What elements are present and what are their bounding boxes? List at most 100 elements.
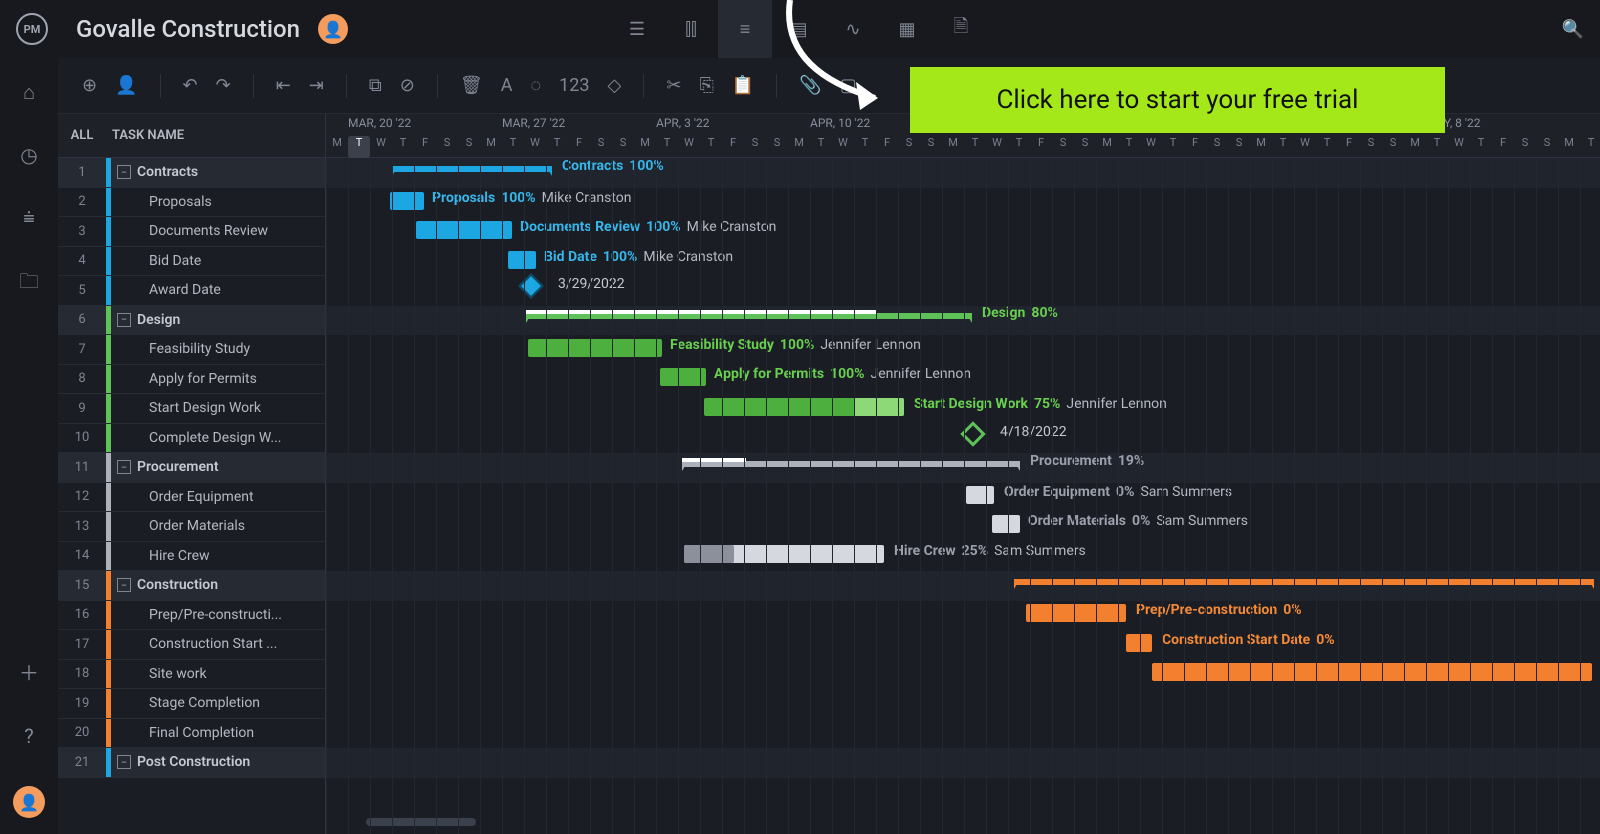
recent-icon[interactable]: ◷ [20,143,37,167]
expand-icon[interactable]: − [117,313,131,327]
task-row-18[interactable]: 18Site work [58,660,325,690]
task-row-20[interactable]: 20Final Completion [58,719,325,749]
board-view-icon[interactable]: ⫿⫿ [664,0,718,58]
indent-icon[interactable]: ⇥ [309,75,324,96]
bar-order-materials[interactable] [992,515,1020,533]
task-row-1[interactable]: 1−Contracts [58,158,325,188]
bar-label: Proposals [432,190,495,206]
bar-pct: 100% [830,366,864,382]
bar-sitework[interactable] [1152,663,1592,681]
task-row-13[interactable]: 13Order Materials [58,512,325,542]
bar-label: Order Equipment [1004,484,1110,500]
day-cell: W [1294,136,1316,158]
outdent-icon[interactable]: ⇤ [276,75,291,96]
task-row-5[interactable]: 5Award Date [58,276,325,306]
briefcase-icon[interactable]: 🗀 [19,267,39,301]
task-row-11[interactable]: 11−Procurement [58,453,325,483]
task-row-2[interactable]: 2Proposals [58,188,325,218]
task-row-8[interactable]: 8Apply for Permits [58,365,325,395]
bar-documents-review[interactable] [416,221,512,239]
file-view-icon[interactable]: 🗎 [934,0,988,58]
bar-assignee: Jennifer Lennon [820,337,921,353]
task-row-4[interactable]: 4Bid Date [58,247,325,277]
paste-icon[interactable]: 📋 [732,75,754,96]
day-cell: S [744,136,766,158]
home-icon[interactable]: ⌂ [23,80,35,105]
day-cell: T [1008,136,1030,158]
task-row-9[interactable]: 9Start Design Work [58,394,325,424]
add-task-icon[interactable]: ⊕ [82,75,97,96]
day-cell: S [590,136,612,158]
task-row-3[interactable]: 3Documents Review [58,217,325,247]
day-cell: T [392,136,414,158]
link-icon[interactable]: ⧉ [369,75,382,96]
team-icon[interactable]: ⩧ [23,205,35,229]
bar-contracts[interactable] [392,166,552,172]
bar-feasibility[interactable] [528,339,662,357]
bar-label: Contracts [562,158,623,174]
assign-icon[interactable]: 👤 [115,75,137,96]
list-view-icon[interactable]: ☰ [610,0,664,58]
week-label: MAR, 20 '22 [348,116,411,130]
bar-label: Apply for Permits [714,366,824,382]
add-icon[interactable]: ＋ [19,657,39,686]
expand-icon[interactable]: − [117,165,131,179]
undo-icon[interactable]: ↶ [183,75,198,96]
task-list-header: ALL TASK NAME [58,114,325,158]
bar-order-equipment[interactable] [966,486,994,504]
task-row-16[interactable]: 16Prep/Pre-constructi... [58,601,325,631]
day-cell: M [326,136,348,158]
task-row-14[interactable]: 14Hire Crew [58,542,325,572]
day-cell: S [1052,136,1074,158]
col-all[interactable]: ALL [58,128,106,143]
week-label: MAR, 27 '22 [502,116,565,130]
expand-icon[interactable]: − [117,755,131,769]
day-cell: M [942,136,964,158]
cut-icon[interactable]: ✂ [666,75,681,96]
redo-icon[interactable]: ↷ [216,75,231,96]
cta-banner[interactable]: Click here to start your free trial [910,67,1445,133]
app-logo[interactable]: PM [16,13,48,45]
copy-icon[interactable]: ⎘ [699,75,713,96]
task-row-17[interactable]: 17Construction Start ... [58,630,325,660]
day-cell: F [414,136,436,158]
bar-proposals[interactable] [390,192,424,210]
user-avatar-rail[interactable] [13,786,45,818]
bar-bid-date[interactable] [508,251,536,269]
bar-pct: 100% [646,219,680,235]
search-icon[interactable]: 🔍 [1562,19,1584,40]
day-cell: W [370,136,392,158]
day-cell: S [1074,136,1096,158]
expand-icon[interactable]: − [117,578,131,592]
day-cell: F [722,136,744,158]
user-avatar[interactable] [318,14,348,44]
help-icon[interactable]: ? [24,724,33,748]
day-cell: T [1580,136,1600,158]
bar-pct: 0% [1132,513,1150,529]
milestone-icon[interactable]: ◇ [608,75,622,96]
task-row-19[interactable]: 19Stage Completion [58,689,325,719]
bar-label: Hire Crew [894,543,956,559]
fill-icon[interactable]: ◌ [530,75,541,96]
number-icon[interactable]: 123 [559,75,589,96]
col-taskname[interactable]: TASK NAME [106,128,184,143]
task-row-6[interactable]: 6−Design [58,306,325,336]
gantt-timeline[interactable]: MAR, 20 '22MAR, 27 '22APR, 3 '22APR, 10 … [326,114,1600,834]
text-style-icon[interactable]: A [501,75,513,96]
day-cell: T [854,136,876,158]
expand-icon[interactable]: − [117,460,131,474]
task-row-12[interactable]: 12Order Equipment [58,483,325,513]
bar-construction[interactable] [1014,579,1594,585]
day-cell: S [920,136,942,158]
bar-prep[interactable] [1026,604,1126,622]
bar-label: Bid Date [544,249,597,265]
task-row-21[interactable]: 21−Post Construction [58,748,325,778]
task-row-15[interactable]: 15−Construction [58,571,325,601]
task-row-7[interactable]: 7Feasibility Study [58,335,325,365]
bar-csd[interactable] [1126,634,1152,652]
delete-icon[interactable]: 🗑 [460,75,483,96]
unlink-icon[interactable]: ⊘ [400,75,415,96]
task-row-10[interactable]: 10Complete Design W... [58,424,325,454]
h-scroll-thumb[interactable] [366,818,476,826]
day-cell: T [1162,136,1184,158]
